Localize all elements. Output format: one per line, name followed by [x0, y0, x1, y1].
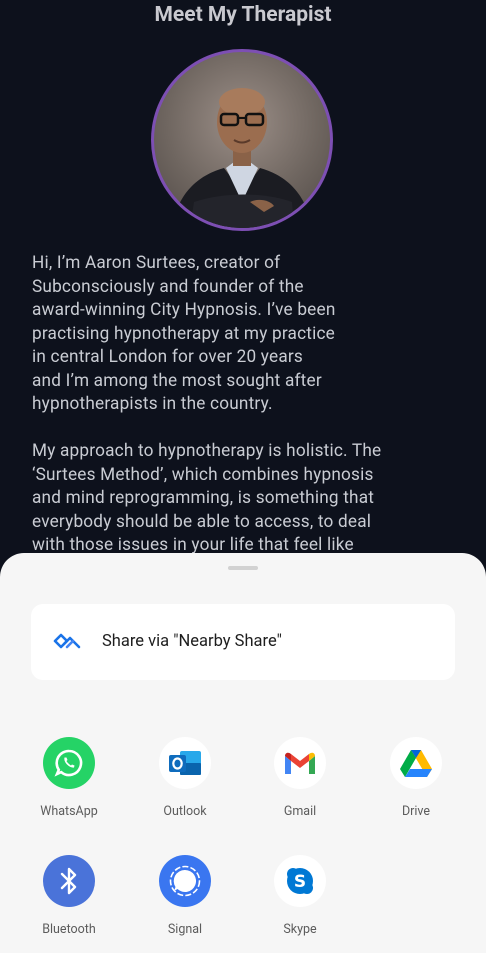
- sheet-drag-handle[interactable]: [228, 566, 258, 570]
- share-app-whatsapp[interactable]: WhatsApp: [11, 737, 127, 820]
- page-title: Meet My Therapist: [154, 3, 332, 27]
- share-app-signal[interactable]: Signal: [127, 855, 243, 938]
- outlook-icon: [159, 737, 211, 789]
- bio-paragraph-1: Hi, I’m Aaron Surtees, creator of Subcon…: [32, 253, 336, 414]
- bio-paragraph-2: My approach to hypnotherapy is holistic.…: [32, 441, 382, 555]
- skype-icon: S: [274, 855, 326, 907]
- therapist-photo: [172, 88, 312, 228]
- share-app-label: Bluetooth: [42, 922, 96, 937]
- share-app-outlook[interactable]: Outlook: [127, 737, 243, 820]
- signal-icon: [159, 855, 211, 907]
- share-app-label: Outlook: [163, 804, 207, 819]
- bluetooth-icon: [43, 855, 95, 907]
- share-app-label: WhatsApp: [40, 804, 98, 819]
- bio-text: Hi, I’m Aaron Surtees, creator of Subcon…: [32, 252, 462, 558]
- share-sheet: Share via "Nearby Share" WhatsApp Outloo…: [0, 553, 486, 953]
- share-app-drive[interactable]: Drive: [358, 737, 474, 820]
- share-app-bluetooth[interactable]: Bluetooth: [11, 855, 127, 938]
- nearby-share-label: Share via "Nearby Share": [102, 632, 282, 651]
- nearby-share-button[interactable]: Share via "Nearby Share": [31, 604, 455, 680]
- share-app-label: Drive: [401, 804, 431, 819]
- share-app-label: Gmail: [283, 804, 317, 819]
- therapist-avatar: [154, 52, 330, 228]
- gmail-icon: [274, 737, 326, 789]
- share-app-gmail[interactable]: Gmail: [242, 737, 358, 820]
- share-app-label: Signal: [167, 922, 203, 937]
- drive-icon: [390, 737, 442, 789]
- nearby-share-icon: [53, 633, 81, 649]
- therapist-avatar-ring: [151, 49, 333, 231]
- share-app-skype[interactable]: S Skype: [242, 855, 358, 938]
- svg-text:S: S: [294, 872, 306, 892]
- whatsapp-icon: [43, 737, 95, 789]
- share-app-label: Skype: [283, 922, 317, 937]
